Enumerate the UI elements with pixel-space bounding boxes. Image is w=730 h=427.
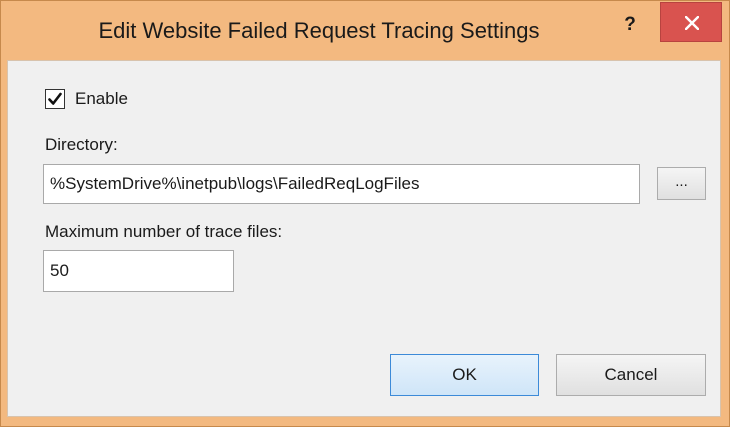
dialog-title: Edit Website Failed Request Tracing Sett… (98, 18, 540, 43)
enable-label[interactable]: Enable (75, 89, 128, 109)
directory-input[interactable]: %SystemDrive%\inetpub\logs\FailedReqLogF… (43, 164, 640, 204)
max-trace-files-label: Maximum number of trace files: (45, 222, 283, 241)
directory-label: Directory: (45, 135, 118, 154)
help-button[interactable]: ? (606, 7, 654, 43)
dialog-window: Edit Website Failed Request Tracing Sett… (0, 0, 730, 427)
enable-checkbox[interactable] (45, 89, 65, 109)
close-icon (685, 16, 699, 30)
checkmark-icon (48, 92, 62, 105)
dialog-body: Enable Directory: %SystemDrive%\inetpub\… (7, 60, 721, 417)
close-button[interactable] (660, 2, 722, 42)
title-bar[interactable]: Edit Website Failed Request Tracing Sett… (1, 1, 729, 59)
ok-button[interactable]: OK (390, 354, 539, 396)
cancel-button[interactable]: Cancel (556, 354, 706, 396)
max-trace-files-input[interactable]: 50 (43, 250, 234, 292)
browse-button[interactable]: ... (657, 167, 706, 200)
